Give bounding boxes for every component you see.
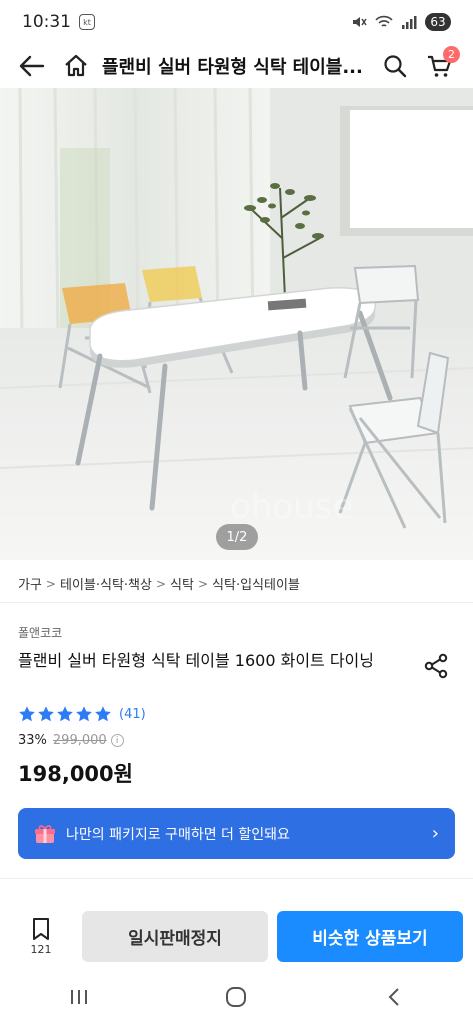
recent-apps-button[interactable] <box>49 977 109 1017</box>
home-circle-icon <box>226 987 247 1007</box>
page-title: 플랜비 실버 타원형 식탁 테이블... <box>102 57 363 78</box>
brand-link[interactable]: 폴앤코코 <box>18 624 62 641</box>
review-count[interactable]: (41) <box>119 707 146 722</box>
divider <box>0 602 473 603</box>
sold-out-button[interactable]: 일시판매정지 <box>82 910 268 962</box>
chevron-right-icon: > <box>45 576 56 591</box>
signal-icon <box>402 16 417 29</box>
info-icon[interactable]: i <box>110 734 124 747</box>
product-image-gallery[interactable]: ohouse <box>0 88 473 560</box>
original-price: 299,000 <box>52 733 107 748</box>
bookmark-count: 121 <box>30 942 52 956</box>
battery-indicator: 63 <box>425 13 451 31</box>
cart-button[interactable]: 2 <box>417 44 461 88</box>
star-icon <box>95 706 111 722</box>
share-button[interactable] <box>422 652 450 680</box>
chevron-right-icon: > <box>155 576 167 591</box>
rating[interactable]: (41) <box>18 705 146 723</box>
recent-apps-icon <box>70 990 87 1004</box>
search-button[interactable] <box>373 44 417 88</box>
wifi-icon <box>375 15 393 27</box>
gift-icon <box>35 824 55 843</box>
status-time: 10:31 <box>22 12 71 32</box>
banner-text: 나만의 패키지로 구매하면 더 할인돼요 <box>66 826 290 843</box>
similar-products-button[interactable]: 비슷한 상품보기 <box>277 910 463 962</box>
search-icon <box>384 55 407 78</box>
bookmark-icon <box>33 917 49 940</box>
product-title: 플랜비 실버 타원형 식탁 테이블 1600 화이트 다이닝 <box>18 651 375 670</box>
star-icon <box>76 706 92 722</box>
top-navigation: 플랜비 실버 타원형 식탁 테이블... 2 <box>0 44 473 88</box>
bookmark-button[interactable]: 121 <box>0 917 82 956</box>
breadcrumb-item[interactable]: 테이블·식탁·책상 <box>60 574 152 593</box>
discount-rate: 33% <box>18 733 47 748</box>
status-icons: 63 <box>351 13 451 31</box>
chevron-right-icon: > <box>197 576 209 591</box>
back-arrow-icon <box>19 55 45 77</box>
home-nav-button[interactable] <box>206 977 266 1017</box>
discount-row: 33% 299,000 i <box>18 733 124 748</box>
cart-count-badge: 2 <box>443 46 460 63</box>
breadcrumb-item[interactable]: 식탁 <box>170 574 194 593</box>
sale-price: 198,000원 <box>18 762 133 786</box>
share-icon <box>424 653 448 679</box>
breadcrumb-item[interactable]: 가구 <box>18 574 42 593</box>
breadcrumb-item[interactable]: 식탁·입식테이블 <box>212 574 300 593</box>
watermark: ohouse <box>230 487 353 527</box>
status-bar: 10:31 kt 63 <box>0 0 473 44</box>
star-icon <box>38 706 54 722</box>
breadcrumb: 가구 > 테이블·식탁·책상 > 식탁 > 식탁·입식테이블 <box>18 574 300 594</box>
home-icon <box>65 54 87 77</box>
bottom-action-bar: 121 일시판매정지 비슷한 상품보기 <box>0 902 473 970</box>
back-chevron-icon <box>388 988 399 1006</box>
package-discount-banner[interactable]: 나만의 패키지로 구매하면 더 할인돼요 › <box>18 808 455 859</box>
system-back-button[interactable] <box>364 977 424 1017</box>
star-icon <box>19 706 35 722</box>
back-button[interactable] <box>10 44 54 88</box>
system-navigation-bar <box>0 970 473 1024</box>
home-button[interactable] <box>54 44 98 88</box>
star-icon <box>57 706 73 722</box>
gallery-page-indicator: 1/2 <box>216 524 258 550</box>
product-photo: ohouse <box>0 88 473 560</box>
carrier-badge: kt <box>79 14 95 30</box>
chevron-right-icon: › <box>431 823 439 844</box>
mute-icon <box>353 17 367 27</box>
